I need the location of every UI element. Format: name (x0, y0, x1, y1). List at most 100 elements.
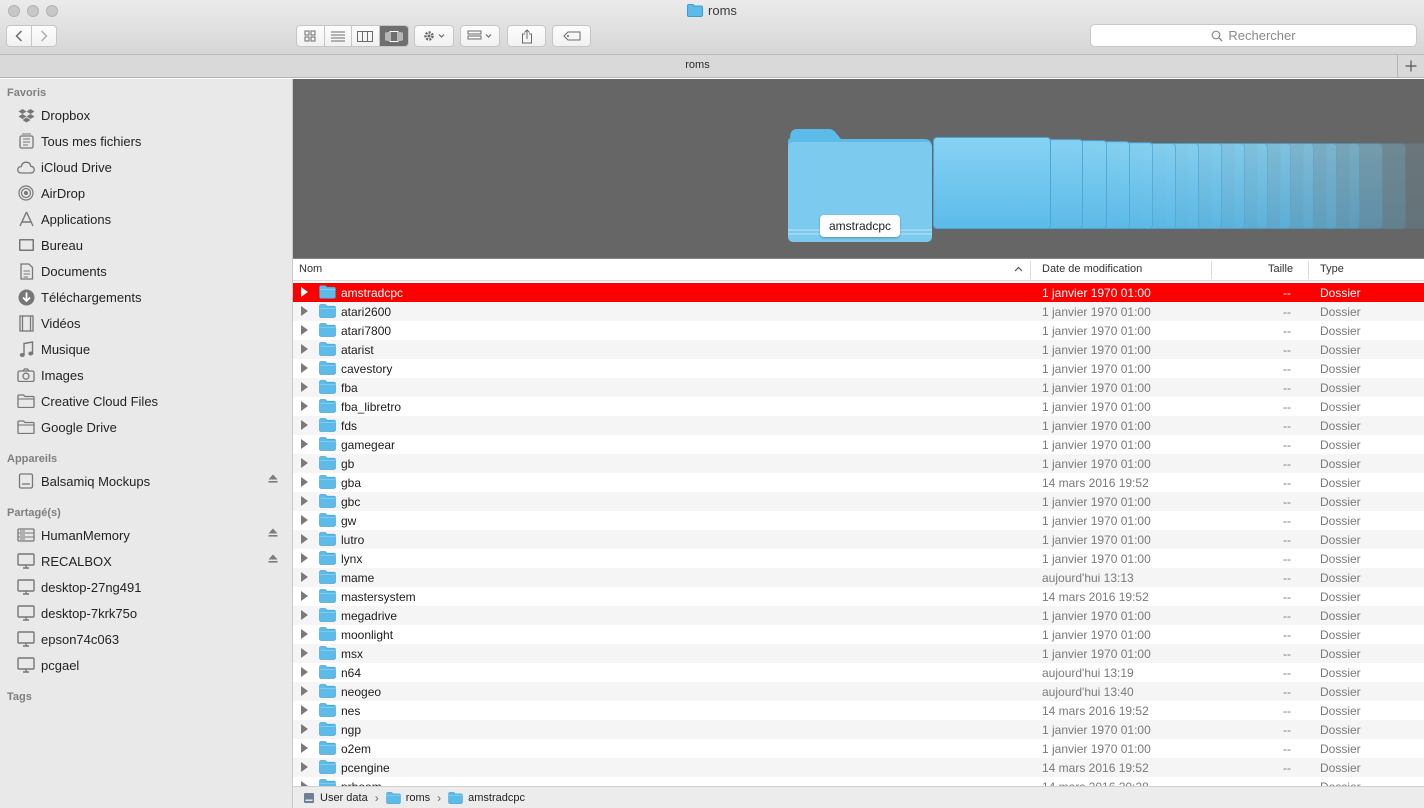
table-row[interactable]: gamegear 1 janvier 1970 01:00 -- Dossier (293, 435, 1424, 454)
disclosure-triangle-icon[interactable] (301, 610, 308, 620)
sidebar-item-vid-os[interactable]: Vidéos (0, 311, 292, 335)
sidebar-item-epson74c063[interactable]: epson74c063 (0, 627, 292, 651)
column-divider[interactable] (1030, 261, 1031, 279)
disclosure-triangle-icon[interactable] (301, 306, 308, 316)
table-row[interactable]: ngp 1 janvier 1970 01:00 -- Dossier (293, 720, 1424, 739)
sidebar-item-dropbox[interactable]: Dropbox (0, 103, 292, 127)
disclosure-triangle-icon[interactable] (301, 534, 308, 544)
disclosure-triangle-icon[interactable] (301, 762, 308, 772)
sidebar-item-t-l-chargements[interactable]: Téléchargements (0, 285, 292, 309)
disclosure-triangle-icon[interactable] (301, 420, 308, 430)
table-row[interactable]: fds 1 janvier 1970 01:00 -- Dossier (293, 416, 1424, 435)
table-row[interactable]: pcengine 14 mars 2016 19:52 -- Dossier (293, 758, 1424, 777)
column-header-name[interactable]: Nom (299, 263, 322, 275)
eject-icon[interactable] (268, 474, 278, 486)
arrange-menu-button[interactable] (460, 25, 500, 47)
sidebar-item-airdrop[interactable]: AirDrop (0, 181, 292, 205)
eject-icon[interactable] (268, 554, 278, 566)
column-header-size[interactable]: Taille (1268, 263, 1293, 275)
column-header-type[interactable]: Type (1320, 263, 1344, 275)
table-row[interactable]: amstradcpc 1 janvier 1970 01:00 -- Dossier (293, 283, 1424, 302)
column-view-button[interactable] (352, 26, 380, 46)
disclosure-triangle-icon[interactable] (301, 553, 308, 563)
disclosure-triangle-icon[interactable] (301, 363, 308, 373)
sidebar-item-creative-cloud-files[interactable]: Creative Cloud Files (0, 389, 292, 413)
disclosure-triangle-icon[interactable] (301, 705, 308, 715)
sidebar-item-desktop-27ng491[interactable]: desktop-27ng491 (0, 575, 292, 599)
tag-button[interactable] (552, 25, 591, 47)
table-row[interactable]: lutro 1 janvier 1970 01:00 -- Dossier (293, 530, 1424, 549)
sidebar-item-applications[interactable]: Applications (0, 207, 292, 231)
disclosure-triangle-icon[interactable] (301, 325, 308, 335)
sidebar-item-balsamiq-mockups[interactable]: Balsamiq Mockups (0, 469, 292, 493)
table-row[interactable]: lynx 1 janvier 1970 01:00 -- Dossier (293, 549, 1424, 568)
coverflow-view-button[interactable] (379, 26, 408, 46)
sidebar-item-pcgael[interactable]: pcgael (0, 653, 292, 677)
table-row[interactable]: atari2600 1 janvier 1970 01:00 -- Dossier (293, 302, 1424, 321)
table-row[interactable]: gbc 1 janvier 1970 01:00 -- Dossier (293, 492, 1424, 511)
sidebar-item-humanmemory[interactable]: HumanMemory (0, 523, 292, 547)
tab-roms[interactable]: roms (0, 59, 1395, 71)
path-segment[interactable]: User data (303, 792, 368, 804)
eject-icon[interactable] (268, 528, 278, 540)
table-row[interactable]: megadrive 1 janvier 1970 01:00 -- Dossier (293, 606, 1424, 625)
disclosure-triangle-icon[interactable] (301, 724, 308, 734)
sidebar-item-google-drive[interactable]: Google Drive (0, 415, 292, 439)
sidebar-item-bureau[interactable]: Bureau (0, 233, 292, 257)
column-divider[interactable] (1211, 261, 1212, 279)
disclosure-triangle-icon[interactable] (301, 743, 308, 753)
icon-view-button[interactable] (297, 26, 325, 46)
table-row[interactable]: nes 14 mars 2016 19:52 -- Dossier (293, 701, 1424, 720)
disclosure-triangle-icon[interactable] (301, 572, 308, 582)
sidebar-item-musique[interactable]: Musique (0, 337, 292, 361)
disclosure-triangle-icon[interactable] (301, 344, 308, 354)
disclosure-triangle-icon[interactable] (301, 401, 308, 411)
disclosure-triangle-icon[interactable] (301, 629, 308, 639)
table-row[interactable]: atarist 1 janvier 1970 01:00 -- Dossier (293, 340, 1424, 359)
path-segment[interactable]: amstradcpc (448, 792, 525, 804)
disclosure-triangle-icon[interactable] (301, 667, 308, 677)
disclosure-triangle-icon[interactable] (301, 382, 308, 392)
new-tab-button[interactable] (1397, 55, 1424, 77)
back-button[interactable] (7, 26, 32, 46)
disclosure-triangle-icon[interactable] (301, 686, 308, 696)
table-row[interactable]: fba 1 janvier 1970 01:00 -- Dossier (293, 378, 1424, 397)
disclosure-triangle-icon[interactable] (301, 648, 308, 658)
table-row[interactable]: neogeo aujourd'hui 13:40 -- Dossier (293, 682, 1424, 701)
sidebar-item-desktop-7krk75o[interactable]: desktop-7krk75o (0, 601, 292, 625)
table-row[interactable]: cavestory 1 janvier 1970 01:00 -- Dossier (293, 359, 1424, 378)
disclosure-triangle-icon[interactable] (301, 458, 308, 468)
coverflow-folder[interactable] (933, 137, 1051, 229)
column-divider[interactable] (1308, 261, 1309, 279)
table-row[interactable]: atari7800 1 janvier 1970 01:00 -- Dossier (293, 321, 1424, 340)
disclosure-triangle-icon[interactable] (301, 496, 308, 506)
action-menu-button[interactable] (414, 25, 454, 47)
sidebar-item-images[interactable]: Images (0, 363, 292, 387)
forward-button[interactable] (32, 26, 56, 46)
disclosure-triangle-icon[interactable] (301, 515, 308, 525)
table-row[interactable]: gb 1 janvier 1970 01:00 -- Dossier (293, 454, 1424, 473)
disclosure-triangle-icon[interactable] (301, 439, 308, 449)
path-segment[interactable]: roms (386, 792, 430, 804)
table-row[interactable]: o2em 1 janvier 1970 01:00 -- Dossier (293, 739, 1424, 758)
sidebar-item-icloud-drive[interactable]: iCloud Drive (0, 155, 292, 179)
list-view-button[interactable] (325, 26, 353, 46)
disclosure-triangle-icon[interactable] (301, 591, 308, 601)
table-row[interactable]: fba_libretro 1 janvier 1970 01:00 -- Dossie… (293, 397, 1424, 416)
sidebar-item-tous-mes-fichiers[interactable]: Tous mes fichiers (0, 129, 292, 153)
table-row[interactable]: n64 aujourd'hui 13:19 -- Dossier (293, 663, 1424, 682)
sidebar-item-recalbox[interactable]: RECALBOX (0, 549, 292, 573)
disclosure-triangle-icon[interactable] (301, 287, 308, 297)
table-row[interactable]: gw 1 janvier 1970 01:00 -- Dossier (293, 511, 1424, 530)
table-row[interactable]: prboom14 mars 2016 20:28--Dossier (293, 777, 1424, 786)
column-header-date[interactable]: Date de modification (1042, 263, 1142, 275)
search-field[interactable]: Rechercher (1090, 24, 1417, 47)
table-row[interactable]: mame aujourd'hui 13:13 -- Dossier (293, 568, 1424, 587)
sidebar-item-documents[interactable]: Documents (0, 259, 292, 283)
disclosure-triangle-icon[interactable] (301, 477, 308, 487)
coverflow-preview[interactable]: amstradcpc (293, 79, 1424, 259)
table-row[interactable]: moonlight 1 janvier 1970 01:00 -- Dossier (293, 625, 1424, 644)
table-row[interactable]: msx 1 janvier 1970 01:00 -- Dossier (293, 644, 1424, 663)
table-row[interactable]: gba 14 mars 2016 19:52 -- Dossier (293, 473, 1424, 492)
share-button[interactable] (507, 25, 546, 47)
